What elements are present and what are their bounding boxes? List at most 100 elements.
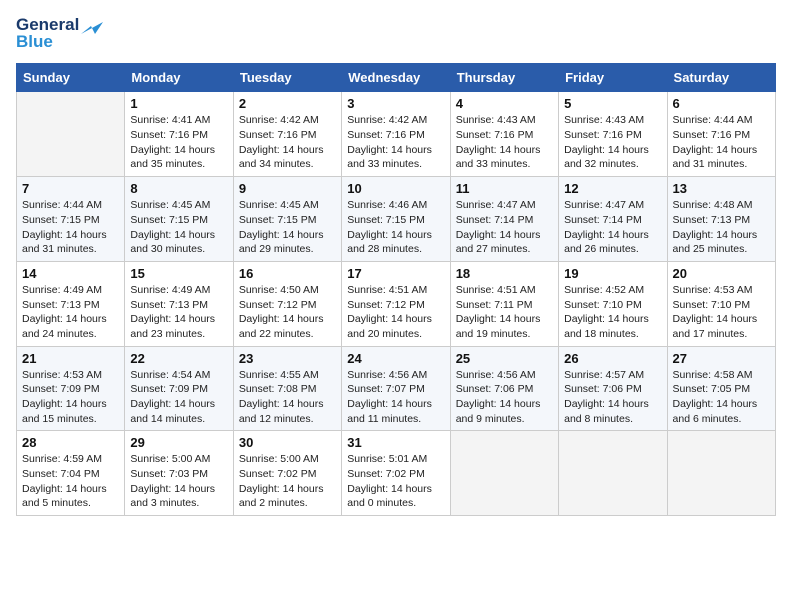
calendar-table: SundayMondayTuesdayWednesdayThursdayFrid… xyxy=(16,63,776,516)
calendar-cell: 15 Sunrise: 4:49 AM Sunset: 7:13 PM Dayli… xyxy=(125,261,233,346)
day-info: Sunrise: 4:46 AM Sunset: 7:15 PM Dayligh… xyxy=(347,198,444,257)
calendar-cell: 23Sunrise: 4:55 AM Sunset: 7:08 PM Dayli… xyxy=(233,346,341,431)
calendar-cell: 11 Sunrise: 4:47 AM Sunset: 7:14 PM Dayli… xyxy=(450,177,558,262)
logo-bird-icon xyxy=(81,16,103,34)
day-number: 15 xyxy=(130,266,227,281)
day-number: 7 xyxy=(22,181,119,196)
weekday-saturday: Saturday xyxy=(667,64,775,92)
day-number: 9 xyxy=(239,181,336,196)
day-number: 22 xyxy=(130,351,227,366)
day-info: Sunrise: 4:41 AM Sunset: 7:16 PM Dayligh… xyxy=(130,113,227,172)
day-info: Sunrise: 5:00 AM Sunset: 7:03 PM Dayligh… xyxy=(130,452,227,511)
calendar-body: 1Sunrise: 4:41 AM Sunset: 7:16 PM Daylig… xyxy=(17,92,776,516)
calendar-cell: 29 Sunrise: 5:00 AM Sunset: 7:03 PM Dayli… xyxy=(125,431,233,516)
day-info: Sunrise: 4:42 AM Sunset: 7:16 PM Dayligh… xyxy=(347,113,444,172)
calendar-cell: 13 Sunrise: 4:48 AM Sunset: 7:13 PM Dayli… xyxy=(667,177,775,262)
day-info: Sunrise: 4:56 AM Sunset: 7:07 PM Dayligh… xyxy=(347,368,444,427)
day-info: Sunrise: 4:49 AM Sunset: 7:13 PM Dayligh… xyxy=(130,283,227,342)
calendar-cell: 2Sunrise: 4:42 AM Sunset: 7:16 PM Daylig… xyxy=(233,92,341,177)
day-number: 20 xyxy=(673,266,770,281)
day-number: 27 xyxy=(673,351,770,366)
day-number: 14 xyxy=(22,266,119,281)
day-info: Sunrise: 4:58 AM Sunset: 7:05 PM Dayligh… xyxy=(673,368,770,427)
weekday-friday: Friday xyxy=(559,64,667,92)
weekday-sunday: Sunday xyxy=(17,64,125,92)
weekday-tuesday: Tuesday xyxy=(233,64,341,92)
calendar-cell: 4 Sunrise: 4:43 AM Sunset: 7:16 PM Daylig… xyxy=(450,92,558,177)
calendar-cell: 12Sunrise: 4:47 AM Sunset: 7:14 PM Dayli… xyxy=(559,177,667,262)
day-number: 31 xyxy=(347,435,444,450)
calendar-cell: 24 Sunrise: 4:56 AM Sunset: 7:07 PM Dayli… xyxy=(342,346,450,431)
day-number: 3 xyxy=(347,96,444,111)
day-info: Sunrise: 4:49 AM Sunset: 7:13 PM Dayligh… xyxy=(22,283,119,342)
day-number: 17 xyxy=(347,266,444,281)
day-info: Sunrise: 4:59 AM Sunset: 7:04 PM Dayligh… xyxy=(22,452,119,511)
calendar-cell: 9 Sunrise: 4:45 AM Sunset: 7:15 PM Daylig… xyxy=(233,177,341,262)
calendar-cell: 31 Sunrise: 5:01 AM Sunset: 7:02 PM Dayli… xyxy=(342,431,450,516)
calendar-cell xyxy=(559,431,667,516)
day-number: 13 xyxy=(673,181,770,196)
calendar-cell: 14 Sunrise: 4:49 AM Sunset: 7:13 PM Dayli… xyxy=(17,261,125,346)
day-info: Sunrise: 4:50 AM Sunset: 7:12 PM Dayligh… xyxy=(239,283,336,342)
day-number: 29 xyxy=(130,435,227,450)
day-info: Sunrise: 4:43 AM Sunset: 7:16 PM Dayligh… xyxy=(564,113,661,172)
day-number: 24 xyxy=(347,351,444,366)
calendar-cell: 3 Sunrise: 4:42 AM Sunset: 7:16 PM Daylig… xyxy=(342,92,450,177)
calendar-cell: 10 Sunrise: 4:46 AM Sunset: 7:15 PM Dayli… xyxy=(342,177,450,262)
logo: General Blue xyxy=(16,16,103,51)
day-info: Sunrise: 4:51 AM Sunset: 7:11 PM Dayligh… xyxy=(456,283,553,342)
day-number: 10 xyxy=(347,181,444,196)
day-number: 19 xyxy=(564,266,661,281)
calendar-cell xyxy=(17,92,125,177)
calendar-cell: 16 Sunrise: 4:50 AM Sunset: 7:12 PM Dayli… xyxy=(233,261,341,346)
day-number: 30 xyxy=(239,435,336,450)
day-info: Sunrise: 4:48 AM Sunset: 7:13 PM Dayligh… xyxy=(673,198,770,257)
day-number: 25 xyxy=(456,351,553,366)
calendar-cell: 27 Sunrise: 4:58 AM Sunset: 7:05 PM Dayli… xyxy=(667,346,775,431)
calendar-cell: 7 Sunrise: 4:44 AM Sunset: 7:15 PM Daylig… xyxy=(17,177,125,262)
day-info: Sunrise: 4:54 AM Sunset: 7:09 PM Dayligh… xyxy=(130,368,227,427)
calendar-cell: 26Sunrise: 4:57 AM Sunset: 7:06 PM Dayli… xyxy=(559,346,667,431)
day-info: Sunrise: 4:43 AM Sunset: 7:16 PM Dayligh… xyxy=(456,113,553,172)
day-info: Sunrise: 4:45 AM Sunset: 7:15 PM Dayligh… xyxy=(239,198,336,257)
calendar-cell: 18 Sunrise: 4:51 AM Sunset: 7:11 PM Dayli… xyxy=(450,261,558,346)
calendar-week-4: 21Sunrise: 4:53 AM Sunset: 7:09 PM Dayli… xyxy=(17,346,776,431)
day-info: Sunrise: 5:01 AM Sunset: 7:02 PM Dayligh… xyxy=(347,452,444,511)
day-number: 5 xyxy=(564,96,661,111)
day-info: Sunrise: 4:52 AM Sunset: 7:10 PM Dayligh… xyxy=(564,283,661,342)
calendar-cell: 30 Sunrise: 5:00 AM Sunset: 7:02 PM Dayli… xyxy=(233,431,341,516)
day-info: Sunrise: 4:53 AM Sunset: 7:10 PM Dayligh… xyxy=(673,283,770,342)
day-number: 8 xyxy=(130,181,227,196)
day-number: 21 xyxy=(22,351,119,366)
calendar-cell: 5 Sunrise: 4:43 AM Sunset: 7:16 PM Daylig… xyxy=(559,92,667,177)
day-number: 4 xyxy=(456,96,553,111)
calendar-cell: 6Sunrise: 4:44 AM Sunset: 7:16 PM Daylig… xyxy=(667,92,775,177)
calendar-week-5: 28 Sunrise: 4:59 AM Sunset: 7:04 PM Dayli… xyxy=(17,431,776,516)
day-info: Sunrise: 4:51 AM Sunset: 7:12 PM Dayligh… xyxy=(347,283,444,342)
calendar-cell: 1Sunrise: 4:41 AM Sunset: 7:16 PM Daylig… xyxy=(125,92,233,177)
calendar-week-1: 1Sunrise: 4:41 AM Sunset: 7:16 PM Daylig… xyxy=(17,92,776,177)
calendar-cell: 20 Sunrise: 4:53 AM Sunset: 7:10 PM Dayli… xyxy=(667,261,775,346)
day-number: 11 xyxy=(456,181,553,196)
weekday-monday: Monday xyxy=(125,64,233,92)
calendar-week-3: 14 Sunrise: 4:49 AM Sunset: 7:13 PM Dayli… xyxy=(17,261,776,346)
day-info: Sunrise: 4:47 AM Sunset: 7:14 PM Dayligh… xyxy=(564,198,661,257)
calendar-cell xyxy=(667,431,775,516)
calendar-cell: 8Sunrise: 4:45 AM Sunset: 7:15 PM Daylig… xyxy=(125,177,233,262)
calendar-cell: 19 Sunrise: 4:52 AM Sunset: 7:10 PM Dayli… xyxy=(559,261,667,346)
day-info: Sunrise: 4:44 AM Sunset: 7:16 PM Dayligh… xyxy=(673,113,770,172)
day-info: Sunrise: 4:55 AM Sunset: 7:08 PM Dayligh… xyxy=(239,368,336,427)
weekday-thursday: Thursday xyxy=(450,64,558,92)
day-number: 16 xyxy=(239,266,336,281)
weekday-header-row: SundayMondayTuesdayWednesdayThursdayFrid… xyxy=(17,64,776,92)
day-info: Sunrise: 4:47 AM Sunset: 7:14 PM Dayligh… xyxy=(456,198,553,257)
calendar-week-2: 7 Sunrise: 4:44 AM Sunset: 7:15 PM Daylig… xyxy=(17,177,776,262)
day-number: 18 xyxy=(456,266,553,281)
weekday-wednesday: Wednesday xyxy=(342,64,450,92)
day-info: Sunrise: 4:44 AM Sunset: 7:15 PM Dayligh… xyxy=(22,198,119,257)
calendar-cell: 22 Sunrise: 4:54 AM Sunset: 7:09 PM Dayli… xyxy=(125,346,233,431)
day-number: 28 xyxy=(22,435,119,450)
day-info: Sunrise: 4:56 AM Sunset: 7:06 PM Dayligh… xyxy=(456,368,553,427)
logo-text-block: General Blue xyxy=(16,16,103,51)
day-info: Sunrise: 5:00 AM Sunset: 7:02 PM Dayligh… xyxy=(239,452,336,511)
